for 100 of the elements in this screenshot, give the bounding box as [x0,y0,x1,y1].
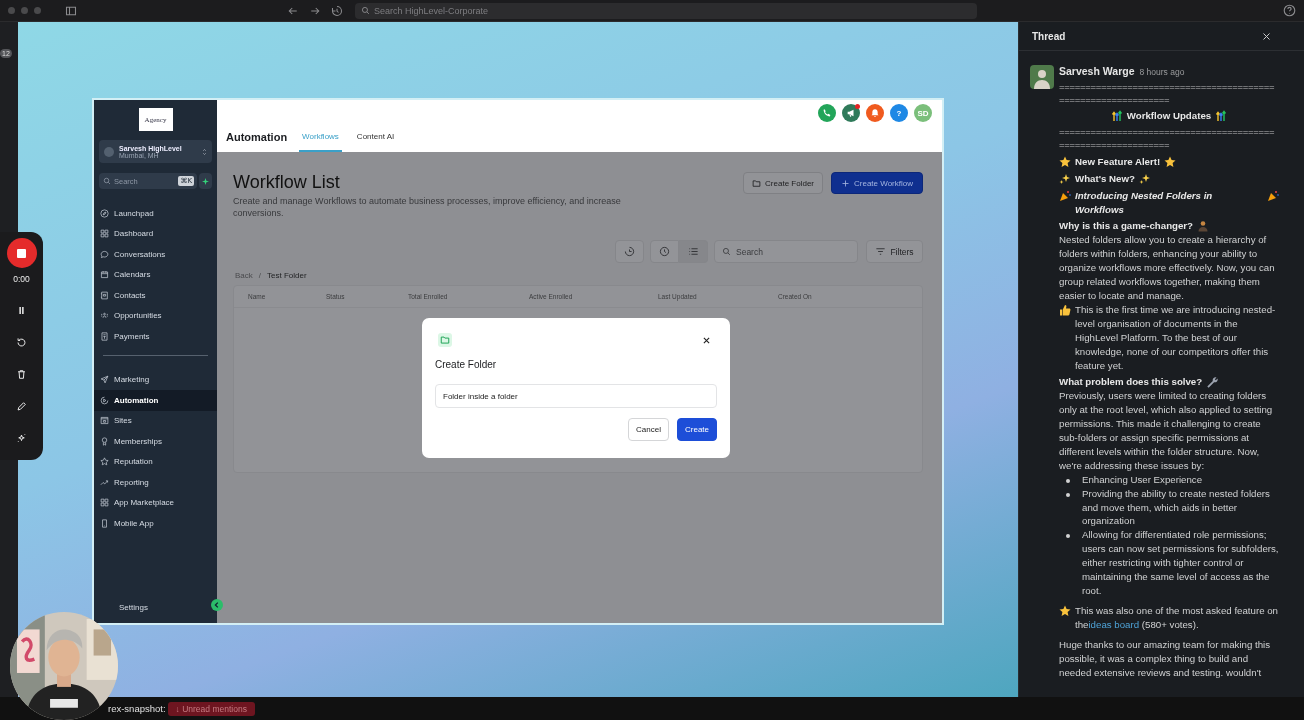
pause-icon[interactable] [16,305,27,316]
chevron-icon [202,147,207,156]
history-icon[interactable] [331,4,343,17]
notifications-button[interactable] [866,104,884,122]
help-icon[interactable] [1283,4,1296,17]
nav-item[interactable]: Conversations [94,244,217,265]
announcements-button[interactable] [842,104,860,122]
bullet-dot [1066,478,1070,483]
nav-item[interactable]: Calendars [94,264,217,285]
star-icon [100,457,109,467]
send-icon [100,375,109,385]
sparkle-icon [1059,172,1071,185]
trash-icon[interactable] [16,369,27,380]
message-paragraph: Nested folders allow you to create a hierarchy of folders within folders, enhancing your ability to organize workflows more effectively. Now, you can group related workflows together, making them easier to locate and manage. [1059,233,1276,303]
sidebar-toggle-icon[interactable] [65,4,77,17]
message-heading: New Feature Alert! [1075,154,1161,169]
message-heading: Introducing Nested Folders in Workflows [1075,188,1214,217]
phone-icon [100,518,109,528]
unread-mentions-button[interactable]: ↓ Unread mentions [167,701,255,716]
people-icon [100,311,109,321]
page-description: Create and manage Workflows to automate business processes, improve efficiency, and increase conversions. [233,195,622,219]
sparkle-icon [1138,172,1151,185]
nav-item[interactable]: App Marketplace [94,492,217,513]
arrows-icon [1110,109,1123,122]
clock-icon [659,246,670,257]
nav-item[interactable]: Reputation [94,451,217,472]
list-item-text: Providing the ability to create nested folders and move them, which aids in better organization [1082,486,1271,529]
thumbs-up-icon [1059,303,1071,316]
folder-name-field[interactable]: Folder inside a folder [435,384,717,408]
nav-item[interactable]: Opportunities [94,305,217,326]
create-workflow-button[interactable]: Create Workflow [831,172,923,194]
clock-view-button[interactable] [650,240,679,263]
nav-item[interactable]: Memberships [94,431,217,452]
message-paragraph: This was also one of the most asked feature on theideas board (580+ votes). [1075,603,1279,632]
search-icon [722,247,731,256]
ideas-board-link[interactable]: ideas board [1088,618,1140,630]
receipt-icon [100,331,109,341]
compass-icon [100,208,109,218]
chat-bubble-icon [100,249,109,259]
nav-item[interactable]: Mobile App [94,513,217,534]
phone-button[interactable] [818,104,836,122]
history-icon [624,246,635,257]
collapse-button[interactable] [211,599,223,611]
section-title: Automation [226,131,288,145]
person-icon [1197,220,1210,233]
timestamp: 8 hours ago [1139,66,1185,79]
nav-item[interactable]: Reporting [94,472,217,493]
breadcrumb-separator: / [258,270,262,280]
nav-item[interactable]: Launchpad [94,203,217,224]
create-folder-button[interactable]: Create Folder [743,172,823,194]
channel-name[interactable]: rex-snapshot: [108,703,166,714]
nav-item[interactable]: Automation [94,390,217,411]
calendar-icon [100,270,109,280]
message-paragraph: Huge thanks to our amazing team for making this possible, it was a complex thing to build and needed extensive reviews and testing. wouldn't [1059,637,1272,680]
list-item-text: Enhancing User Experience [1082,472,1203,487]
bullet-dot [1066,534,1070,539]
sparkle-icon [202,177,209,185]
tab[interactable]: Content AI [353,132,398,152]
trend-line-icon [100,477,109,487]
divider-text: ============================================================== [1059,79,1276,107]
search-icon [103,177,111,185]
nav-item[interactable]: Marketing [94,369,217,390]
page-title: Workflow List [233,172,341,193]
folder-icon [752,178,762,188]
message-paragraph: This is the first time we are introducing nested-level organisation of documents in the HighLevel Platform. To the best of our knowledge, none of our competitors offer this feature yet. [1075,302,1277,373]
help-button[interactable]: ? [890,104,908,122]
pen-icon[interactable] [16,401,27,412]
message-heading: Why is this a game-changer? [1059,219,1194,234]
star-icon [1059,155,1071,168]
nav-item[interactable]: Payments [94,326,217,347]
restart-icon[interactable] [16,337,27,348]
author-name[interactable]: Sarvesh Warge [1059,65,1135,79]
cancel-button[interactable]: Cancel [628,418,669,441]
message-heading: Workflow Updates [1126,108,1212,123]
close-icon[interactable] [702,335,711,345]
nav-item[interactable]: Dashboard [94,223,217,244]
create-button[interactable]: Create [677,418,717,441]
nav-item[interactable]: Contacts [94,285,217,306]
divider-text: ============================================================== [1059,124,1276,152]
folder-icon [438,333,452,347]
search-field[interactable]: Search [714,240,858,263]
message-heading: What's New? [1075,171,1135,186]
search-field[interactable]: Search HighLevel-Corporate [355,2,977,19]
search-icon [361,6,370,15]
avatar[interactable] [1030,65,1054,89]
bell-icon [870,108,880,118]
confetti-icon [1059,189,1071,202]
panel-title: Thread [1032,30,1066,42]
sparkle-icon[interactable] [16,433,27,444]
settings-link[interactable]: Settings [119,601,148,613]
award-icon [100,436,109,446]
message-paragraph: Previously, users were limited to creating folders only at the root level, which also applied to setting permissions. This made it challenging to create sub-folders or assign specific permissions at different levels within the folder structure. Now, we're addressing these issues by: [1059,389,1274,473]
list-view-button[interactable] [679,240,708,263]
grid-icon [100,229,109,239]
nav-item[interactable]: Sites [94,410,217,431]
contact-card-icon [100,290,109,300]
quick-action-button[interactable] [199,173,212,189]
bullet-dot [1066,492,1070,497]
stop-button[interactable] [6,238,37,268]
filters-button[interactable]: Filters [866,240,923,263]
